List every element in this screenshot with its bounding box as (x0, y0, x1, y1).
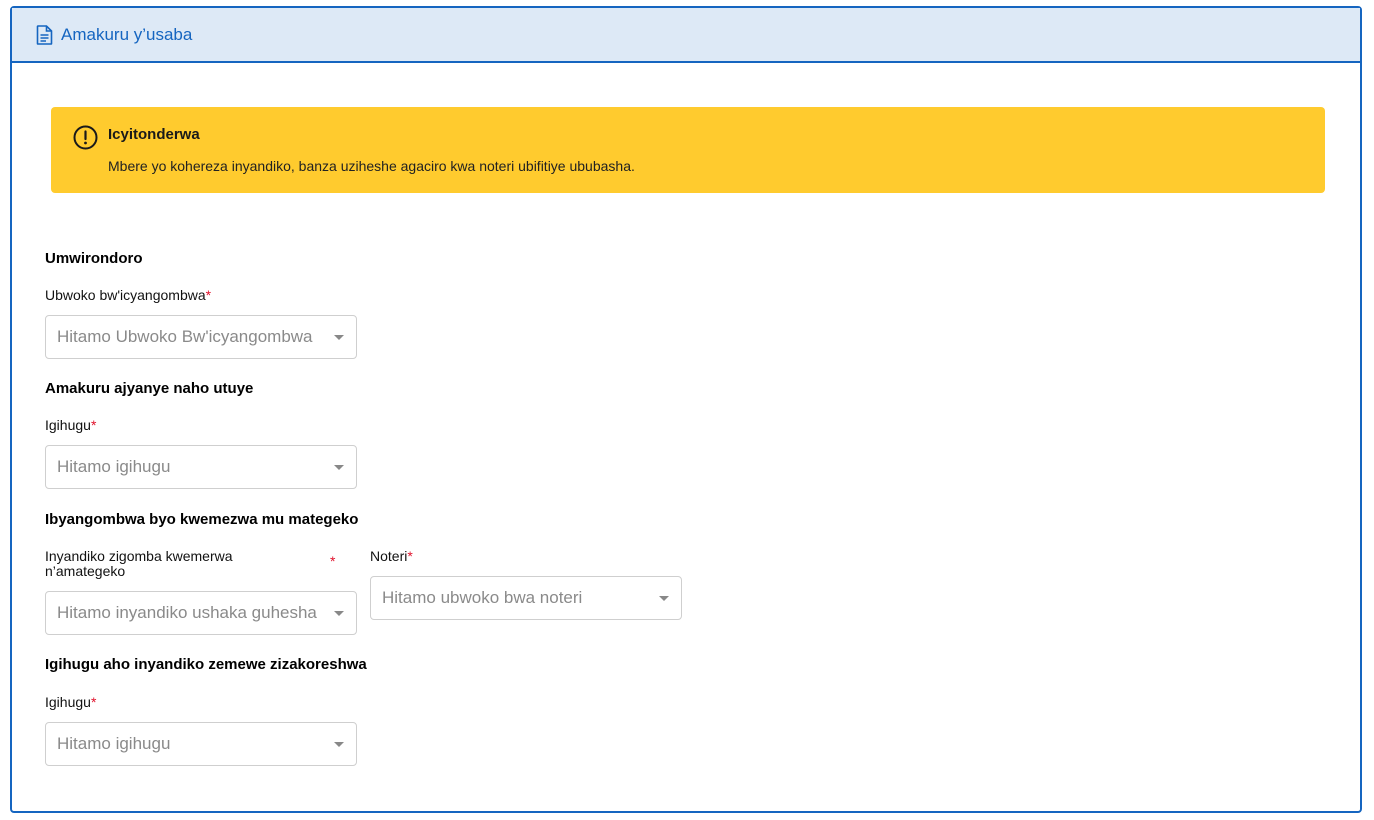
applicant-info-card: Amakuru y’usaba Icyitonderwa Mbere yo ko… (10, 6, 1362, 813)
residence-country-placeholder: Hitamo igihugu (57, 457, 171, 476)
section-title-usage-country: Igihugu aho inyandiko zemewe zizakoreshw… (45, 656, 367, 673)
card-header: Amakuru y’usaba (12, 8, 1360, 63)
usage-country-label: Igihugu* (45, 694, 97, 710)
usage-country-placeholder: Hitamo igihugu (57, 734, 171, 753)
section-title-residence: Amakuru ajyanye naho utuye (45, 380, 254, 397)
notary-select[interactable]: Hitamo ubwoko bwa noteri (370, 576, 682, 620)
caret-down-icon (659, 596, 669, 601)
caret-down-icon (334, 742, 344, 747)
required-marker: * (90, 417, 97, 433)
section-title-legalization: Ibyangombwa byo kwemezwa mu mategeko (45, 511, 359, 528)
alert-text: Mbere yo kohereza inyandiko, banza uzihe… (108, 158, 635, 174)
residence-country-label: Igihugu* (45, 417, 97, 433)
required-marker: * (407, 548, 413, 564)
documents-label: Inyandiko zigomba kwemerwa n’amategeko (45, 548, 233, 579)
caret-down-icon (334, 465, 344, 470)
document-type-placeholder: Hitamo Ubwoko Bw'icyangombwa (57, 327, 313, 346)
warning-alert: Icyitonderwa Mbere yo kohereza inyandiko… (51, 107, 1325, 193)
notary-label: Noteri* (370, 548, 413, 564)
alert-title: Icyitonderwa (108, 126, 200, 143)
usage-country-select[interactable]: Hitamo igihugu (45, 722, 357, 766)
required-marker: * (90, 694, 97, 710)
documents-select[interactable]: Hitamo inyandiko ushaka guhesha (45, 591, 357, 635)
caret-down-icon (334, 611, 344, 616)
required-marker: * (330, 553, 336, 569)
caret-down-icon (334, 335, 344, 340)
residence-country-select[interactable]: Hitamo igihugu (45, 445, 357, 489)
documents-placeholder: Hitamo inyandiko ushaka guhesha (57, 603, 317, 622)
document-type-select[interactable]: Hitamo Ubwoko Bw'icyangombwa (45, 315, 357, 359)
card-title: Amakuru y’usaba (61, 24, 193, 44)
notary-placeholder: Hitamo ubwoko bwa noteri (382, 588, 583, 607)
exclamation-circle-icon (73, 125, 98, 155)
document-type-label: Ubwoko bw'icyangombwa* (45, 287, 212, 303)
section-title-profile: Umwirondoro (45, 250, 143, 267)
document-icon (36, 24, 53, 45)
required-marker: * (205, 287, 212, 303)
